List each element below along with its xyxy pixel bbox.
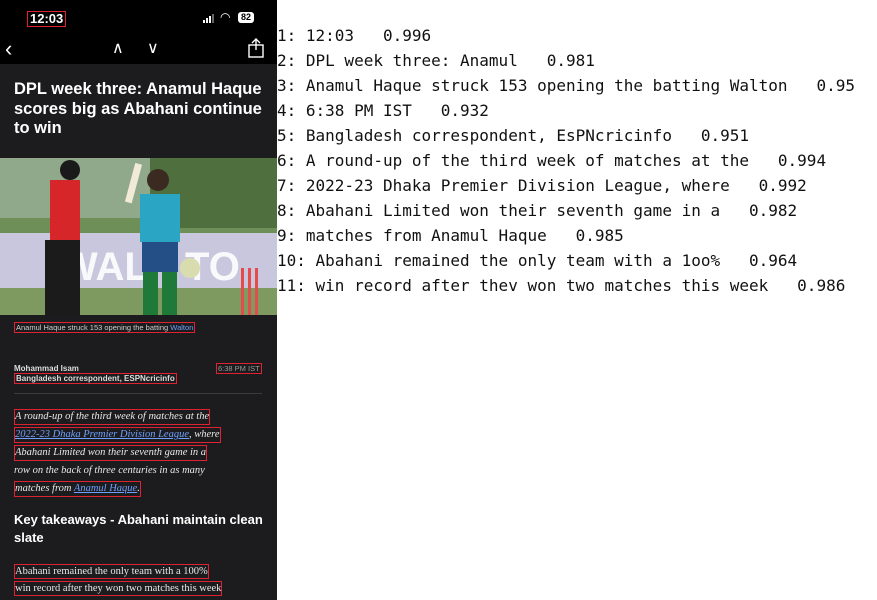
phone-screenshot: 12:03 ◠ 82 ‹ ∧ ∨ DPL week three: Anamul … [0,0,277,600]
body-line: win record after they won two matches th… [14,581,223,596]
intro-line: A round-up of the third week of matches … [14,409,211,425]
article-headline: DPL week three: Anamul Haque scores big … [14,80,262,137]
share-icon[interactable] [247,38,265,58]
intro-line: row on the back of three centuries in as… [14,465,205,476]
section-heading: Key takeaways - Abahani maintain clean s… [14,512,263,545]
body-line: Abahani remained the only team with a 10… [14,564,209,579]
author-name[interactable]: Mohammad Isam [14,364,79,373]
caption-link[interactable]: Walton [170,323,193,332]
previous-article-icon[interactable]: ∧ [112,38,124,58]
signal-icon [203,13,214,23]
ocr-result-line: 4: 6:38 PM IST 0.932 [277,101,489,120]
ocr-result-line: 3: Anamul Haque struck 153 opening the b… [277,76,855,95]
article-nav-bar: ‹ ∧ ∨ [0,36,277,64]
published-time: 6:38 PM IST [216,363,262,374]
ocr-result-line: 1: 12:03 0.996 [277,26,432,45]
ocr-result-line: 2: DPL week three: Anamul 0.981 [277,51,595,70]
ocr-result-line: 6: A round-up of the third week of match… [277,151,827,170]
image-caption: Anamul Haque struck 153 opening the batt… [14,322,196,333]
ocr-results-panel: 1: 12:03 0.996 2: DPL week three: Anamul … [277,25,855,300]
ocr-result-line: 11: win record after thev won two matche… [277,276,846,295]
status-bar: 12:03 ◠ 82 [0,0,277,36]
article-intro: A round-up of the third week of matches … [14,408,266,498]
intro-line: matches from Anamul Haque. [14,481,141,497]
article-hero-image: WAL TO [0,158,277,315]
status-time: 12:03 [27,11,67,27]
wifi-icon: ◠ [220,10,231,24]
author-divider [14,393,262,394]
next-article-icon[interactable]: ∨ [147,38,159,58]
intro-text: , where [189,429,220,440]
intro-text: . [137,483,140,494]
author-role: Bangladesh correspondent, ESPNcricinfo [14,373,177,384]
intro-line: Abahani Limited won their seventh game i… [14,445,208,461]
ocr-result-line: 7: 2022-23 Dhaka Premier Division League… [277,176,807,195]
intro-line: 2022-23 Dhaka Premier Division League, w… [14,427,221,443]
intro-text: matches from [15,483,74,494]
battery-icon: 82 [238,12,255,23]
player-link[interactable]: Anamul Haque [74,483,137,494]
article-body: Abahani remained the only team with a 10… [14,563,270,597]
ocr-result-line: 10: Abahani remained the only team with … [277,251,798,270]
ocr-result-line: 9: matches from Anamul Haque 0.985 [277,226,624,245]
ocr-result-line: 8: Abahani Limited won their seventh gam… [277,201,798,220]
back-chevron-icon[interactable]: ‹ [5,37,12,61]
caption-text: Anamul Haque struck 153 opening the batt… [16,323,171,332]
league-link[interactable]: 2022-23 Dhaka Premier Division League [15,429,189,440]
ocr-result-line: 5: Bangladesh correspondent, EsPNcricinf… [277,126,750,145]
